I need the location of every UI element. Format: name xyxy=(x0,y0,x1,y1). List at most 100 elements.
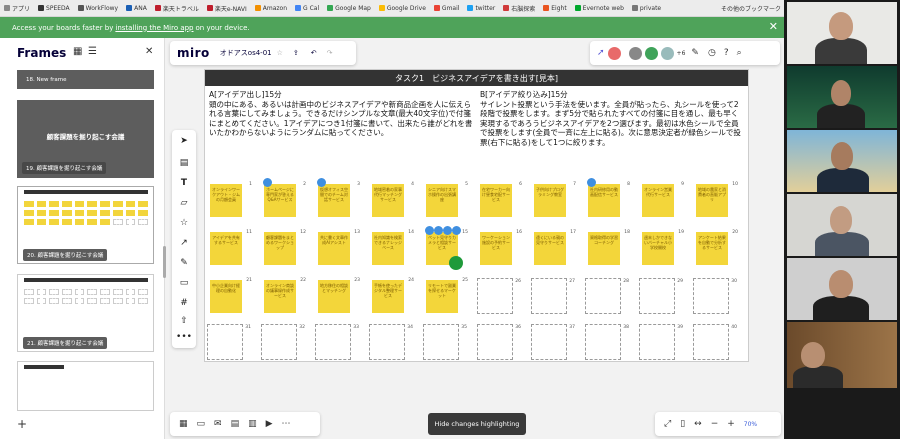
bookmark-item[interactable]: WorkFlowy xyxy=(74,5,122,12)
sticky-slot[interactable]: 顧客課題をまとめるワークショップ 12 xyxy=(261,230,306,266)
connection-line-icon[interactable]: ↗ xyxy=(172,238,196,248)
sticky-note[interactable]: 手帳を使ったデジタル整理サービス xyxy=(372,280,404,313)
sticky-slot[interactable]: オンライン営業代行サービス 9 xyxy=(639,182,684,218)
task-frame[interactable]: タスク1 ビジネスアイデアを書き出す[見本] A[アイデア出し]15分 頭の中に… xyxy=(204,69,749,362)
sticky-slot[interactable]: 仮想オフィス空間でのチーム対話サービス 3 xyxy=(315,182,360,218)
reactions-icon[interactable]: ✎ xyxy=(691,48,699,58)
timer-icon[interactable]: ◷ xyxy=(708,48,716,58)
bookmark-item[interactable]: SPEEDA xyxy=(34,5,74,12)
bookmark-item[interactable]: ANA xyxy=(122,5,151,12)
sticky-note[interactable]: 遠くにいる親の見守りサービス xyxy=(534,232,566,265)
more-icon[interactable]: ••• xyxy=(172,332,196,342)
sticky-note[interactable]: 地域密着の家事代行マッチングサービス xyxy=(372,184,404,217)
frame-thumbnail-21[interactable]: 21. 顧客課題を掘り起こす会議 xyxy=(17,274,154,352)
bookmark-item[interactable]: G Cal xyxy=(291,5,323,12)
vote-dot-blue[interactable] xyxy=(317,178,326,187)
close-icon[interactable]: ✕ xyxy=(769,20,778,33)
empty-sticky-slot[interactable]: 33 xyxy=(315,324,359,360)
empty-sticky-slot[interactable]: 31 xyxy=(207,324,251,360)
zoom-level[interactable]: 70% xyxy=(744,421,757,428)
fit-screen-icon[interactable]: ⤢ xyxy=(664,419,671,429)
vote-dot-blue[interactable] xyxy=(425,226,434,235)
sticky-note-icon[interactable]: ▱ xyxy=(172,198,196,208)
vote-dot-blue[interactable] xyxy=(434,226,443,235)
sticky-slot[interactable]: 子供向けプログラミング教室 7 xyxy=(531,182,576,218)
bookmark-item[interactable]: アプリ xyxy=(0,4,34,13)
sticky-slot[interactable]: 週末しかできないバーチャル小学校開校 19 xyxy=(639,230,684,266)
video-tile[interactable] xyxy=(787,66,897,128)
close-panel-icon[interactable]: ✕ xyxy=(145,46,153,57)
bookmark-item[interactable]: 楽天トラベル xyxy=(151,4,203,13)
sticky-slot[interactable]: リモートで副業を探せるマーケット 25 xyxy=(423,278,468,314)
bookmark-item[interactable]: 楽天e-NAVI xyxy=(203,4,251,13)
video-tile[interactable] xyxy=(787,2,897,64)
cards-icon[interactable]: ▤ xyxy=(231,419,240,429)
vote-dot-blue[interactable] xyxy=(587,178,596,187)
sticky-note[interactable]: オンラインワークアウト・ジムの月額会員 xyxy=(210,184,242,217)
empty-sticky-slot[interactable]: 29 xyxy=(639,278,683,314)
miro-logo[interactable]: miro xyxy=(177,46,210,60)
sticky-note[interactable]: 子供向けプログラミング教室 xyxy=(534,184,566,217)
pen-icon[interactable]: ✎ xyxy=(172,258,196,268)
vote-dot-green[interactable] xyxy=(449,256,463,270)
avatar[interactable] xyxy=(644,46,658,60)
frames-icon[interactable]: ▦ xyxy=(179,419,188,429)
comment-icon[interactable]: ▭ xyxy=(172,278,196,288)
avatar[interactable] xyxy=(660,46,674,60)
fit-width-icon[interactable]: ↔ xyxy=(694,419,702,429)
undo-icon[interactable]: ↶ xyxy=(311,49,317,57)
sticky-slot[interactable]: アンケート結果を自動で分析するサービス 20 xyxy=(693,230,738,266)
screens-icon[interactable]: ▥ xyxy=(248,419,257,429)
sticky-slot[interactable]: オンライン商談の議事録作成サービス 22 xyxy=(261,278,306,314)
sticky-slot[interactable]: 在宅ワーカー向け昼食宅配サービス 6 xyxy=(477,182,522,218)
frame-thumbnail-20[interactable]: 20. 顧客課題を掘り起こす会議 xyxy=(17,186,154,264)
avatar[interactable] xyxy=(607,46,621,60)
zoom-in-icon[interactable]: + xyxy=(727,419,735,429)
video-tile[interactable] xyxy=(787,322,897,388)
sticky-note[interactable]: 中小企業向け経理の自動化 xyxy=(210,280,242,313)
sticky-note[interactable]: アイデアを共有するサービス xyxy=(210,232,242,265)
sticky-note[interactable]: 顧客課題をまとめるワークショップ xyxy=(264,232,296,265)
sticky-note[interactable]: オンライン商談の議事録作成サービス xyxy=(264,280,296,313)
sticky-slot[interactable]: アイデアを共有するサービス 11 xyxy=(207,230,252,266)
sticky-slot[interactable]: 遠くにいる親の見守りサービス 17 xyxy=(531,230,576,266)
video-tile[interactable] xyxy=(787,258,897,320)
avatar[interactable] xyxy=(628,46,642,60)
sticky-note[interactable]: オンライン営業代行サービス xyxy=(642,184,674,217)
bookmark-item[interactable]: Google Drive xyxy=(375,5,430,12)
sticky-slot[interactable]: ホームページに専門家が答えるQ&Aサービス 2 xyxy=(261,182,306,218)
bookmark-item[interactable]: Gmail xyxy=(430,5,464,12)
sticky-slot[interactable]: 地方移住の相談とマッチング 23 xyxy=(315,278,360,314)
video-icon[interactable]: ▶ xyxy=(266,419,273,429)
panel-scrollbar[interactable] xyxy=(163,246,166,278)
select-icon[interactable]: ➤ xyxy=(172,136,196,146)
sticky-note[interactable]: 仮想オフィス空間でのチーム対話サービス xyxy=(318,184,350,217)
sticky-note[interactable]: シニア向けスマホ操作の出張講座 xyxy=(426,184,458,217)
add-frame-icon[interactable]: + xyxy=(17,417,27,431)
sticky-slot[interactable]: 中小企業向け経理の自動化 21 xyxy=(207,278,252,314)
video-tile[interactable] xyxy=(787,194,897,256)
empty-sticky-slot[interactable]: 39 xyxy=(639,324,683,360)
list-view-icon[interactable]: ☰ xyxy=(88,46,97,57)
sticky-slot[interactable]: 共に書く文章作成AIアシスト 13 xyxy=(315,230,360,266)
participant-count[interactable]: +6 xyxy=(677,50,686,57)
sticky-note[interactable]: 社内研修用の動画配信サービス xyxy=(588,184,620,217)
video-tile[interactable] xyxy=(787,130,897,192)
cursor-icon[interactable]: ➚ xyxy=(597,48,605,58)
sticky-note[interactable]: 地域の農家と消費者の直販アプリ xyxy=(696,184,728,217)
comments-icon[interactable]: ▭ xyxy=(197,419,206,429)
sticky-slot[interactable]: 社内知識を検索できるナレッジベース 14 xyxy=(369,230,414,266)
chat-icon[interactable]: ✉ xyxy=(214,419,222,429)
bookmark-item[interactable]: Evernote web xyxy=(571,5,628,12)
empty-sticky-slot[interactable]: 40 xyxy=(693,324,737,360)
sticky-note[interactable]: 社内知識を検索できるナレッジベース xyxy=(372,232,404,265)
bookmark-item[interactable]: Google Map xyxy=(323,5,375,12)
templates-icon[interactable]: ▤ xyxy=(172,158,196,168)
sticky-slot[interactable]: 手帳を使ったデジタル整理サービス 24 xyxy=(369,278,414,314)
upload-icon[interactable]: ⇧ xyxy=(172,316,196,326)
board-name[interactable]: オドアスos4-01 xyxy=(220,48,272,58)
sticky-note[interactable]: 週末しかできないバーチャル小学校開校 xyxy=(642,232,674,265)
frame-icon[interactable]: # xyxy=(172,298,196,308)
sticky-note[interactable]: リモートで副業を探せるマーケット xyxy=(426,280,458,313)
empty-sticky-slot[interactable]: 38 xyxy=(585,324,629,360)
